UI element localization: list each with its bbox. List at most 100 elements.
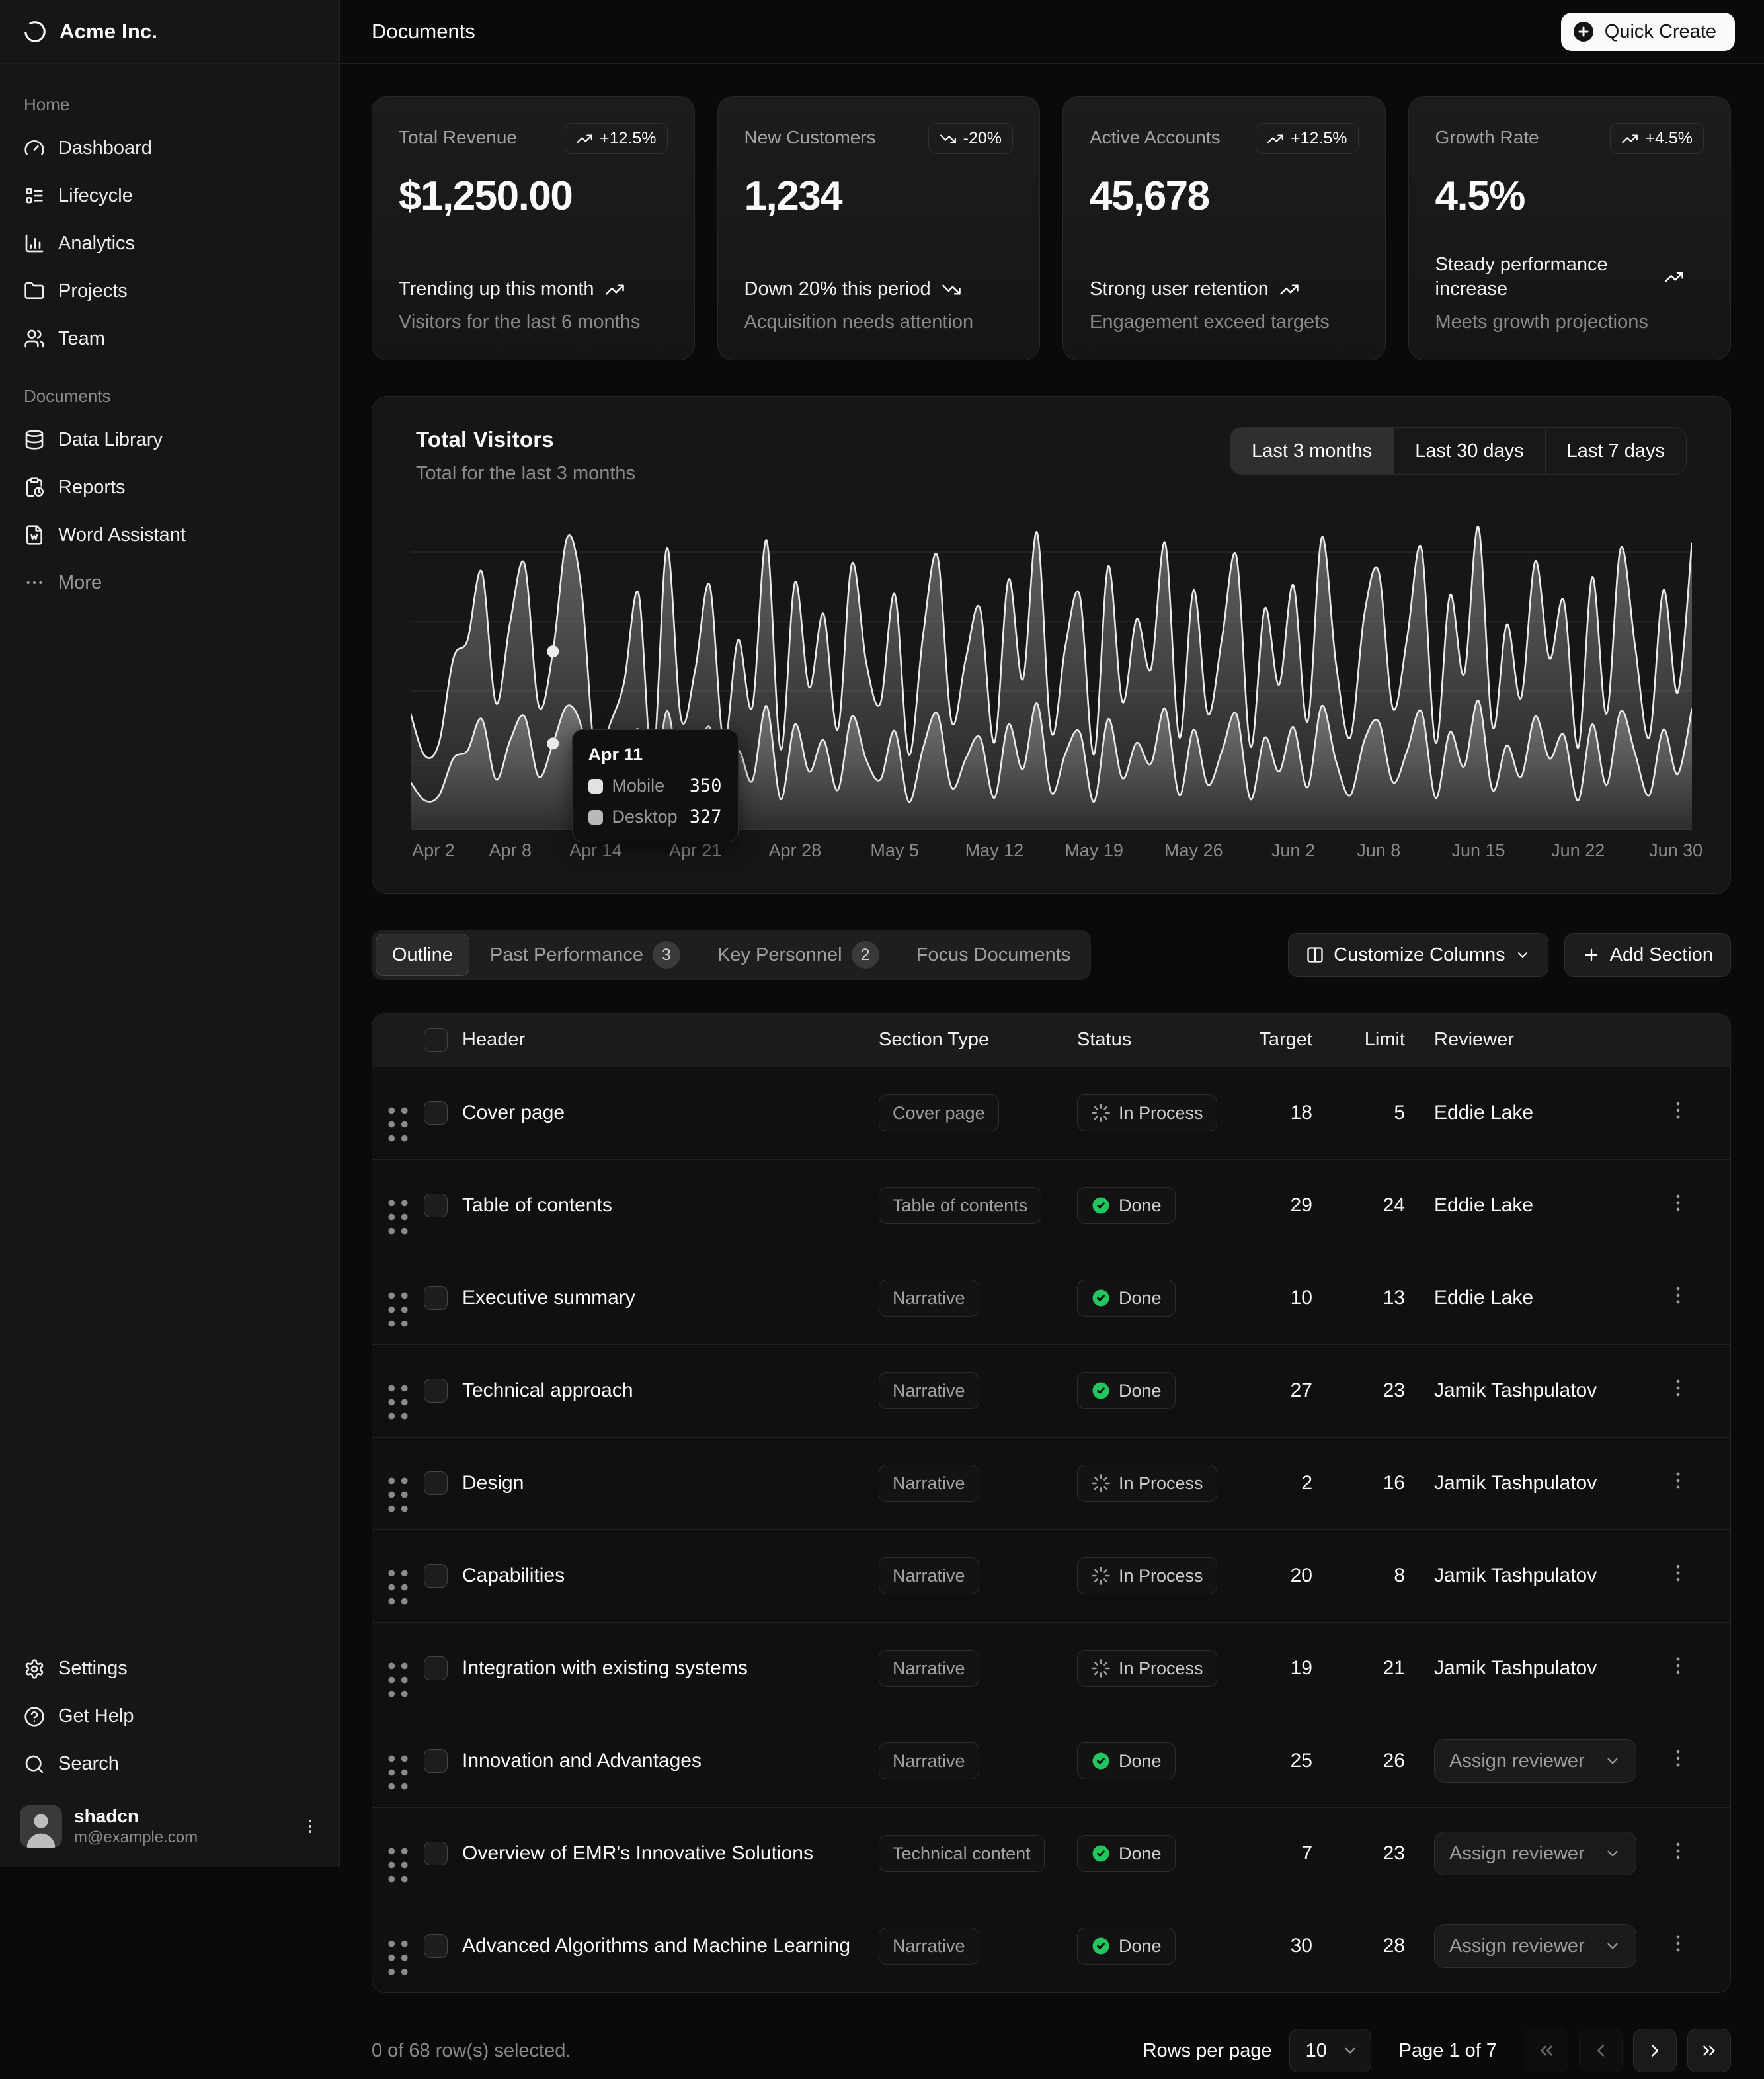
assign-reviewer-select[interactable]: Assign reviewer	[1434, 1739, 1636, 1783]
target-value[interactable]: 27	[1254, 1344, 1342, 1437]
drag-handle-icon[interactable]	[372, 1923, 424, 1993]
row-menu-button[interactable]	[1667, 1840, 1689, 1862]
plus-icon	[1582, 946, 1601, 964]
sidebar-header[interactable]: Acme Inc.	[0, 0, 339, 64]
tab-past-performance[interactable]: Past Performance3	[473, 934, 697, 976]
limit-value[interactable]: 23	[1342, 1344, 1434, 1437]
row-header[interactable]: Table of contents	[462, 1159, 879, 1252]
row-checkbox[interactable]	[424, 1749, 448, 1773]
limit-value[interactable]: 28	[1342, 1900, 1434, 1992]
row-header[interactable]: Executive summary	[462, 1252, 879, 1344]
assign-reviewer-select[interactable]: Assign reviewer	[1434, 1832, 1636, 1875]
drag-handle-icon[interactable]	[372, 1090, 424, 1159]
limit-value[interactable]: 26	[1342, 1715, 1434, 1807]
drag-handle-icon[interactable]	[372, 1645, 424, 1715]
quick-create-button[interactable]: Quick Create	[1561, 13, 1735, 51]
sidebar-item-settings[interactable]: Settings	[11, 1645, 329, 1693]
row-header[interactable]: Capabilities	[462, 1529, 879, 1622]
limit-value[interactable]: 24	[1342, 1159, 1434, 1252]
row-menu-button[interactable]	[1667, 1932, 1689, 1955]
sidebar-item-more[interactable]: More	[11, 559, 329, 606]
drag-handle-icon[interactable]	[372, 1830, 424, 1900]
row-menu-button[interactable]	[1667, 1192, 1689, 1214]
rows-per-page-select[interactable]: 10	[1289, 2029, 1371, 2072]
row-checkbox[interactable]	[424, 1934, 448, 1958]
target-value[interactable]: 7	[1254, 1807, 1342, 1900]
sidebar-item-search[interactable]: Search	[11, 1740, 329, 1788]
row-menu-button[interactable]	[1667, 1469, 1689, 1492]
reviewer-cell: Eddie Lake	[1434, 1159, 1667, 1252]
prev-page-button[interactable]	[1579, 2029, 1623, 2072]
limit-value[interactable]: 13	[1342, 1252, 1434, 1344]
row-checkbox[interactable]	[424, 1842, 448, 1865]
limit-value[interactable]: 21	[1342, 1622, 1434, 1715]
row-menu-button[interactable]	[1667, 1562, 1689, 1584]
target-value[interactable]: 29	[1254, 1159, 1342, 1252]
sidebar-item-get-help[interactable]: Get Help	[11, 1693, 329, 1740]
tab-focus-documents[interactable]: Focus Documents	[900, 934, 1088, 976]
target-value[interactable]: 25	[1254, 1715, 1342, 1807]
select-all-checkbox[interactable]	[424, 1028, 448, 1052]
next-page-button[interactable]	[1633, 2029, 1677, 2072]
chart-plot[interactable]: Apr 11Mobile350Desktop327	[411, 514, 1692, 830]
row-menu-button[interactable]	[1667, 1099, 1689, 1121]
drag-handle-icon[interactable]	[372, 1182, 424, 1252]
row-menu-button[interactable]	[1667, 1377, 1689, 1399]
limit-value[interactable]: 23	[1342, 1807, 1434, 1900]
sidebar-item-projects[interactable]: Projects	[11, 267, 329, 315]
row-menu-button[interactable]	[1667, 1654, 1689, 1677]
target-value[interactable]: 30	[1254, 1900, 1342, 1992]
sidebar-item-dashboard[interactable]: Dashboard	[11, 124, 329, 172]
customize-columns-button[interactable]: Customize Columns	[1288, 933, 1548, 977]
reviewer-name: Jamik Tashpulatov	[1434, 1657, 1597, 1679]
row-checkbox[interactable]	[424, 1101, 448, 1125]
sidebar-item-word-assistant[interactable]: Word Assistant	[11, 511, 329, 559]
row-header[interactable]: Cover page	[462, 1067, 879, 1159]
row-header[interactable]: Technical approach	[462, 1344, 879, 1437]
chart-title: Total Visitors	[416, 427, 635, 452]
tab-key-personnel[interactable]: Key Personnel2	[701, 934, 896, 976]
row-checkbox[interactable]	[424, 1656, 448, 1680]
first-page-button[interactable]	[1525, 2029, 1568, 2072]
drag-handle-icon[interactable]	[372, 1367, 424, 1437]
row-header[interactable]: Design	[462, 1437, 879, 1529]
row-header[interactable]: Overview of EMR's Innovative Solutions	[462, 1807, 879, 1900]
drag-handle-icon[interactable]	[372, 1738, 424, 1807]
assign-reviewer-select[interactable]: Assign reviewer	[1434, 1924, 1636, 1968]
row-header[interactable]: Innovation and Advantages	[462, 1715, 879, 1807]
range-last-7-days[interactable]: Last 7 days	[1545, 428, 1686, 474]
row-header[interactable]: Advanced Algorithms and Machine Learning	[462, 1900, 879, 1992]
sidebar-item-lifecycle[interactable]: Lifecycle	[11, 172, 329, 220]
status-badge: In Process	[1077, 1094, 1217, 1131]
add-section-button[interactable]: Add Section	[1564, 933, 1731, 977]
user-menu[interactable]: shadcn m@example.com	[11, 1797, 329, 1855]
limit-value[interactable]: 5	[1342, 1067, 1434, 1159]
tab-outline[interactable]: Outline	[376, 934, 469, 976]
sidebar-item-reports[interactable]: Reports	[11, 464, 329, 511]
target-value[interactable]: 18	[1254, 1067, 1342, 1159]
last-page-button[interactable]	[1687, 2029, 1731, 2072]
row-menu-button[interactable]	[1667, 1284, 1689, 1307]
row-checkbox[interactable]	[424, 1379, 448, 1403]
row-checkbox[interactable]	[424, 1564, 448, 1588]
target-value[interactable]: 2	[1254, 1437, 1342, 1529]
target-value[interactable]: 19	[1254, 1622, 1342, 1715]
row-checkbox[interactable]	[424, 1286, 448, 1310]
limit-value[interactable]: 8	[1342, 1529, 1434, 1622]
range-last-3-months[interactable]: Last 3 months	[1230, 428, 1393, 474]
drag-handle-icon[interactable]	[372, 1553, 424, 1622]
row-menu-button[interactable]	[1667, 1747, 1689, 1770]
sidebar-item-analytics[interactable]: Analytics	[11, 220, 329, 267]
target-value[interactable]: 10	[1254, 1252, 1342, 1344]
target-value[interactable]: 20	[1254, 1529, 1342, 1622]
row-header[interactable]: Integration with existing systems	[462, 1622, 879, 1715]
sidebar-item-team[interactable]: Team	[11, 315, 329, 362]
drag-handle-icon[interactable]	[372, 1460, 424, 1529]
row-checkbox[interactable]	[424, 1194, 448, 1217]
drag-handle-icon[interactable]	[372, 1275, 424, 1344]
range-last-30-days[interactable]: Last 30 days	[1393, 428, 1544, 474]
row-checkbox[interactable]	[424, 1471, 448, 1495]
table-row: Overview of EMR's Innovative SolutionsTe…	[372, 1807, 1730, 1900]
limit-value[interactable]: 16	[1342, 1437, 1434, 1529]
sidebar-item-data-library[interactable]: Data Library	[11, 416, 329, 464]
